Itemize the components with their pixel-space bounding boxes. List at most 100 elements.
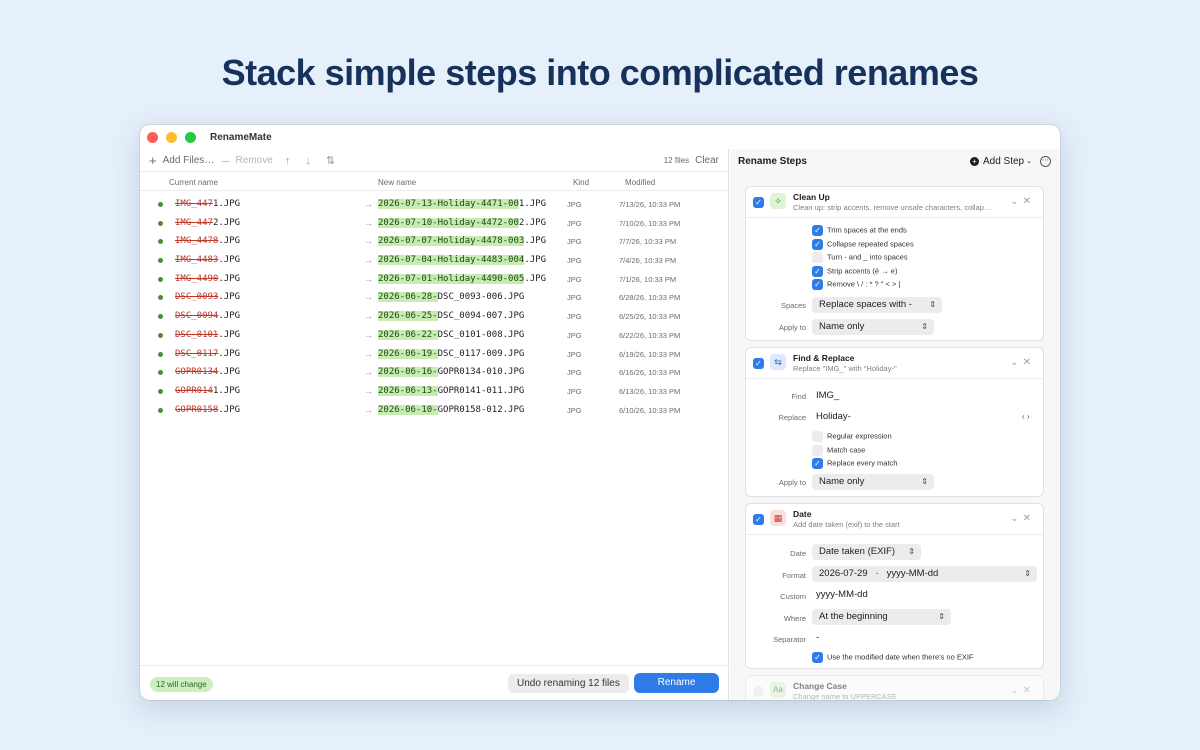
step-enabled-checkbox[interactable]: ✓ — [753, 514, 764, 525]
table-row[interactable]: IMG_4483.JPG → 2026-07-04-Holiday-4483-004… — [140, 251, 729, 270]
arrow-right-icon: → — [364, 217, 373, 228]
table-row[interactable]: DSC_0101.JPG → 2026-06-22-DSC_0101-008.JPG… — [140, 326, 729, 345]
step-enabled-checkbox[interactable]: ✓ — [753, 197, 764, 208]
table-row[interactable]: GOPR0158.JPG → 2026-06-10-GOPR0158-012.JPG… — [140, 401, 729, 420]
table-row[interactable]: GOPR0141.JPG → 2026-06-13-GOPR0141-011.JPG… — [140, 382, 729, 401]
plus-icon: + — [149, 152, 157, 168]
file-kind: JPG — [567, 312, 582, 322]
token-icon[interactable]: ‹ › — [1022, 412, 1030, 421]
current-name: IMG_4478.JPG — [175, 236, 241, 247]
date-source-select[interactable]: Date taken (EXIF) ⇕ — [812, 544, 921, 560]
table-row[interactable]: IMG_4478.JPG → 2026-07-07-Holiday-4478-003… — [140, 232, 729, 251]
add-files-button[interactable]: + Add Files… — [149, 153, 214, 168]
updown-icon: ⇕ — [921, 322, 928, 331]
close-icon[interactable]: ✕ — [1023, 196, 1035, 207]
status-dot — [158, 332, 163, 338]
step-enabled-checkbox[interactable]: ✓ — [753, 358, 764, 369]
status-dot — [158, 220, 163, 226]
option-checkbox[interactable]: ✓ Replace every match — [812, 458, 897, 470]
apply-to-select[interactable]: Name only ⇕ — [812, 474, 934, 490]
option-checkbox[interactable]: ✓ Collapse repeated spaces — [812, 238, 914, 250]
undo-rename-button[interactable]: Undo renaming 12 files — [508, 674, 629, 693]
chevron-down-icon[interactable]: ⌄ — [1010, 196, 1022, 207]
move-arrows-icon[interactable]: ↑ ↓ ⇅ — [285, 154, 341, 167]
file-list-pane: + Add Files… – Remove ↑ ↓ ⇅ 12 files Cle… — [140, 149, 729, 700]
sparkle-icon: ✧ — [770, 193, 786, 209]
step-card-change-case: ✓ Aa Change Case Change name to UPPERCAS… — [745, 675, 1044, 700]
use-modified-date-checkbox[interactable]: ✓ Use the modified date when there's no E… — [812, 652, 974, 663]
headline: Stack simple steps into complicated rena… — [221, 52, 979, 93]
option-checkbox[interactable]: ✓ Strip accents (é → e) — [812, 265, 897, 277]
add-step-button[interactable]: + Add Step ⌄ — [969, 156, 1032, 167]
table-row[interactable]: IMG_4471.JPG → 2026-07-13-Holiday-4471-001… — [140, 195, 729, 214]
new-name: 2026-07-01-Holiday-4490-005.JPG — [378, 273, 546, 284]
find-input[interactable]: IMG_ — [812, 388, 1034, 404]
modified-date: 6/16/26, 10:33 PM — [619, 368, 681, 378]
status-dot — [158, 295, 163, 301]
custom-format-input[interactable]: yyyy-MM-dd — [812, 587, 1034, 603]
rename-button[interactable]: Rename — [634, 673, 719, 693]
step-card-clean-up: ✓ ✧ Clean Up Clean up: strip accents, re… — [745, 186, 1044, 341]
apply-to-select[interactable]: Name only ⇕ — [812, 319, 934, 335]
column-modified[interactable]: Modified — [625, 178, 655, 187]
table-row[interactable]: IMG_4472.JPG → 2026-07-10-Holiday-4472-002… — [140, 214, 729, 233]
status-dot — [158, 258, 163, 264]
step-name: Find & Replace — [793, 353, 855, 363]
file-kind: JPG — [567, 330, 582, 340]
file-kind: JPG — [567, 386, 582, 396]
current-name: IMG_4471.JPG — [175, 199, 241, 209]
replace-input[interactable]: Holiday- — [812, 409, 1017, 425]
where-select[interactable]: At the beginning ⇕ — [812, 609, 951, 625]
table-row[interactable]: DSC_0093.JPG → 2026-06-28-DSC_0093-006.JPG… — [140, 288, 729, 307]
new-name: 2026-06-16-GOPR0134-010.JPG — [378, 367, 525, 378]
option-checkbox[interactable]: ✓ Remove \ / : * ? " < > | — [812, 279, 900, 291]
file-kind: JPG — [567, 237, 582, 247]
column-kind[interactable]: Kind — [573, 178, 589, 187]
arrow-right-icon: → — [364, 255, 373, 266]
separator-input[interactable]: - — [812, 630, 1034, 646]
format-label: Format — [782, 571, 806, 580]
updown-icon: ⇕ — [908, 547, 915, 556]
column-current-name[interactable]: Current name — [169, 178, 218, 187]
option-checkbox[interactable]: ✓Regular expression — [812, 431, 892, 442]
chevron-down-icon[interactable]: ⌄ — [1010, 685, 1022, 696]
close-icon[interactable]: ✕ — [1023, 685, 1035, 696]
modified-date: 6/25/26, 10:33 PM — [619, 312, 681, 322]
spaces-select[interactable]: Replace spaces with - ⇕ — [812, 297, 942, 313]
arrow-right-icon: → — [364, 292, 373, 303]
option-checkbox[interactable]: ✓ Trim spaces at the ends — [812, 225, 907, 236]
close-icon[interactable]: ✕ — [1023, 513, 1035, 524]
table-row[interactable]: DSC_0117.JPG → 2026-06-19-DSC_0117-009.JPG… — [140, 345, 729, 364]
calendar-icon: ▦ — [770, 510, 786, 526]
new-name: 2026-06-10-GOPR0158-012.JPG — [378, 404, 525, 415]
close-window-button[interactable] — [147, 131, 158, 143]
remove-button[interactable]: – Remove — [214, 153, 272, 168]
zoom-window-button[interactable] — [185, 131, 196, 143]
clear-button[interactable]: Clear — [695, 155, 719, 166]
change-count-badge: 12 will change — [150, 677, 213, 692]
table-row[interactable]: IMG_4490.JPG → 2026-07-01-Holiday-4490-005… — [140, 270, 729, 289]
arrow-right-icon: → — [364, 311, 373, 322]
step-controls: ⌄✕ — [1010, 685, 1035, 696]
minimize-window-button[interactable] — [166, 131, 177, 143]
close-icon[interactable]: ✕ — [1023, 357, 1035, 368]
option-checkbox[interactable]: ✓Turn - and _ into spaces — [812, 252, 908, 264]
arrow-right-icon: → — [364, 404, 373, 415]
step-header: ✓ ▦ Date Add date taken (exif) to the st… — [746, 504, 1043, 535]
chevron-down-icon[interactable]: ⌄ — [1010, 513, 1022, 524]
column-new-name[interactable]: New name — [378, 178, 416, 187]
steps-header: Rename Steps + Add Step ⌄ ⋯ — [730, 149, 1060, 173]
arrow-right-icon: → — [364, 329, 373, 340]
more-options-icon[interactable]: ⋯ — [1040, 155, 1051, 167]
step-card-find-replace: ✓ ⇆ Find & Replace Replace "IMG_" with "… — [745, 347, 1044, 497]
steps-title: Rename Steps — [738, 155, 807, 167]
updown-icon: ⇕ — [938, 612, 945, 621]
file-kind: JPG — [567, 349, 582, 359]
chevron-down-icon[interactable]: ⌄ — [1010, 357, 1022, 368]
format-select[interactable]: 2026-07-29 · yyyy-MM-dd ⇕ — [812, 566, 1037, 582]
table-row[interactable]: DSC_0094.JPG → 2026-06-25-DSC_0094-007.JPG… — [140, 307, 729, 326]
current-name: GOPR0141.JPG — [175, 385, 241, 396]
step-enabled-checkbox[interactable]: ✓ — [753, 686, 764, 697]
table-row[interactable]: GOPR0134.JPG → 2026-06-16-GOPR0134-010.JPG… — [140, 363, 729, 382]
option-checkbox[interactable]: ✓Match case — [812, 444, 865, 456]
